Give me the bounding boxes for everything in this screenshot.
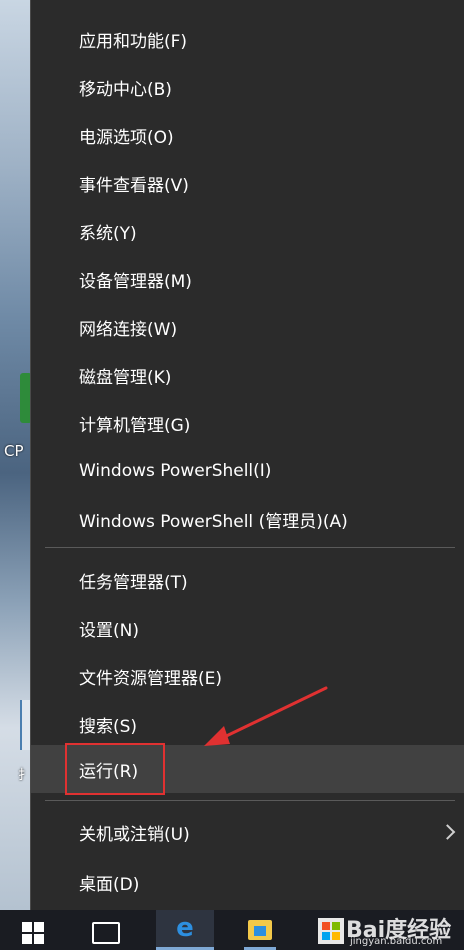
desktop-icon-label: CP (4, 442, 24, 460)
menu-item-label: 桌面(D) (79, 874, 140, 895)
menu-item-label: 文件资源管理器(E) (79, 668, 223, 689)
menu-item-device-manager[interactable]: 设备管理器(M) (31, 255, 464, 303)
menu-item-label: 移动中心(B) (79, 79, 172, 100)
windows-start-icon[interactable] (22, 922, 44, 944)
menu-separator (45, 547, 455, 548)
menu-item-label: 应用和功能(F) (79, 31, 188, 52)
menu-item-system[interactable]: 系统(Y) (31, 207, 464, 255)
menu-item-label: 网络连接(W) (79, 319, 178, 340)
menu-item-desktop[interactable]: 桌面(D) (31, 858, 464, 906)
menu-item-power-options[interactable]: 电源选项(O) (31, 111, 464, 159)
menu-item-event-viewer[interactable]: 事件查看器(V) (31, 159, 464, 207)
menu-item-label: 电源选项(O) (79, 127, 174, 148)
edge-glyph: e (176, 913, 194, 943)
menu-item-label: 运行(R) (79, 761, 139, 782)
menu-item-search[interactable]: 搜索(S) (31, 700, 464, 748)
menu-item-label: 设置(N) (79, 620, 139, 641)
menu-item-label: 事件查看器(V) (79, 175, 189, 196)
menu-item-mobility-center[interactable]: 移动中心(B) (31, 63, 464, 111)
menu-item-label: 设备管理器(M) (79, 271, 192, 292)
menu-item-label: Windows PowerShell(I) (79, 461, 272, 481)
menu-item-settings[interactable]: 设置(N) (31, 604, 464, 652)
menu-item-run[interactable]: 运行(R) (31, 745, 464, 793)
store-icon[interactable] (318, 918, 344, 944)
menu-separator (45, 800, 455, 801)
menu-item-disk-management[interactable]: 磁盘管理(K) (31, 351, 464, 399)
chevron-right-icon (439, 824, 456, 840)
menu-item-powershell[interactable]: Windows PowerShell(I) (31, 447, 464, 495)
menu-item-label: Windows PowerShell (管理员)(A) (79, 511, 348, 532)
menu-item-apps-and-features[interactable]: 应用和功能(F) (31, 15, 464, 63)
menu-item-label: 磁盘管理(K) (79, 367, 172, 388)
winx-context-menu: 应用和功能(F) 移动中心(B) 电源选项(O) 事件查看器(V) 系统(Y) … (30, 0, 464, 910)
folder-badge (254, 926, 266, 936)
task-view-icon[interactable] (92, 922, 120, 944)
baidu-watermark-url: jingyan.baidu.com (350, 936, 443, 947)
menu-item-label: 系统(Y) (79, 223, 137, 244)
menu-item-shutdown-signout[interactable]: 关机或注销(U) (31, 808, 464, 856)
menu-item-computer-management[interactable]: 计算机管理(G) (31, 399, 464, 447)
menu-item-powershell-admin[interactable]: Windows PowerShell (管理员)(A) (31, 495, 464, 543)
menu-item-label: 计算机管理(G) (79, 415, 191, 436)
menu-item-label: 任务管理器(T) (79, 572, 188, 593)
menu-item-network-connections[interactable]: 网络连接(W) (31, 303, 464, 351)
edge-browser-icon[interactable]: e (156, 910, 214, 950)
file-explorer-icon[interactable] (244, 910, 276, 950)
menu-item-task-manager[interactable]: 任务管理器(T) (31, 556, 464, 604)
menu-item-label: 关机或注销(U) (79, 824, 190, 845)
menu-item-label: 搜索(S) (79, 716, 138, 737)
menu-item-file-explorer[interactable]: 文件资源管理器(E) (31, 652, 464, 700)
